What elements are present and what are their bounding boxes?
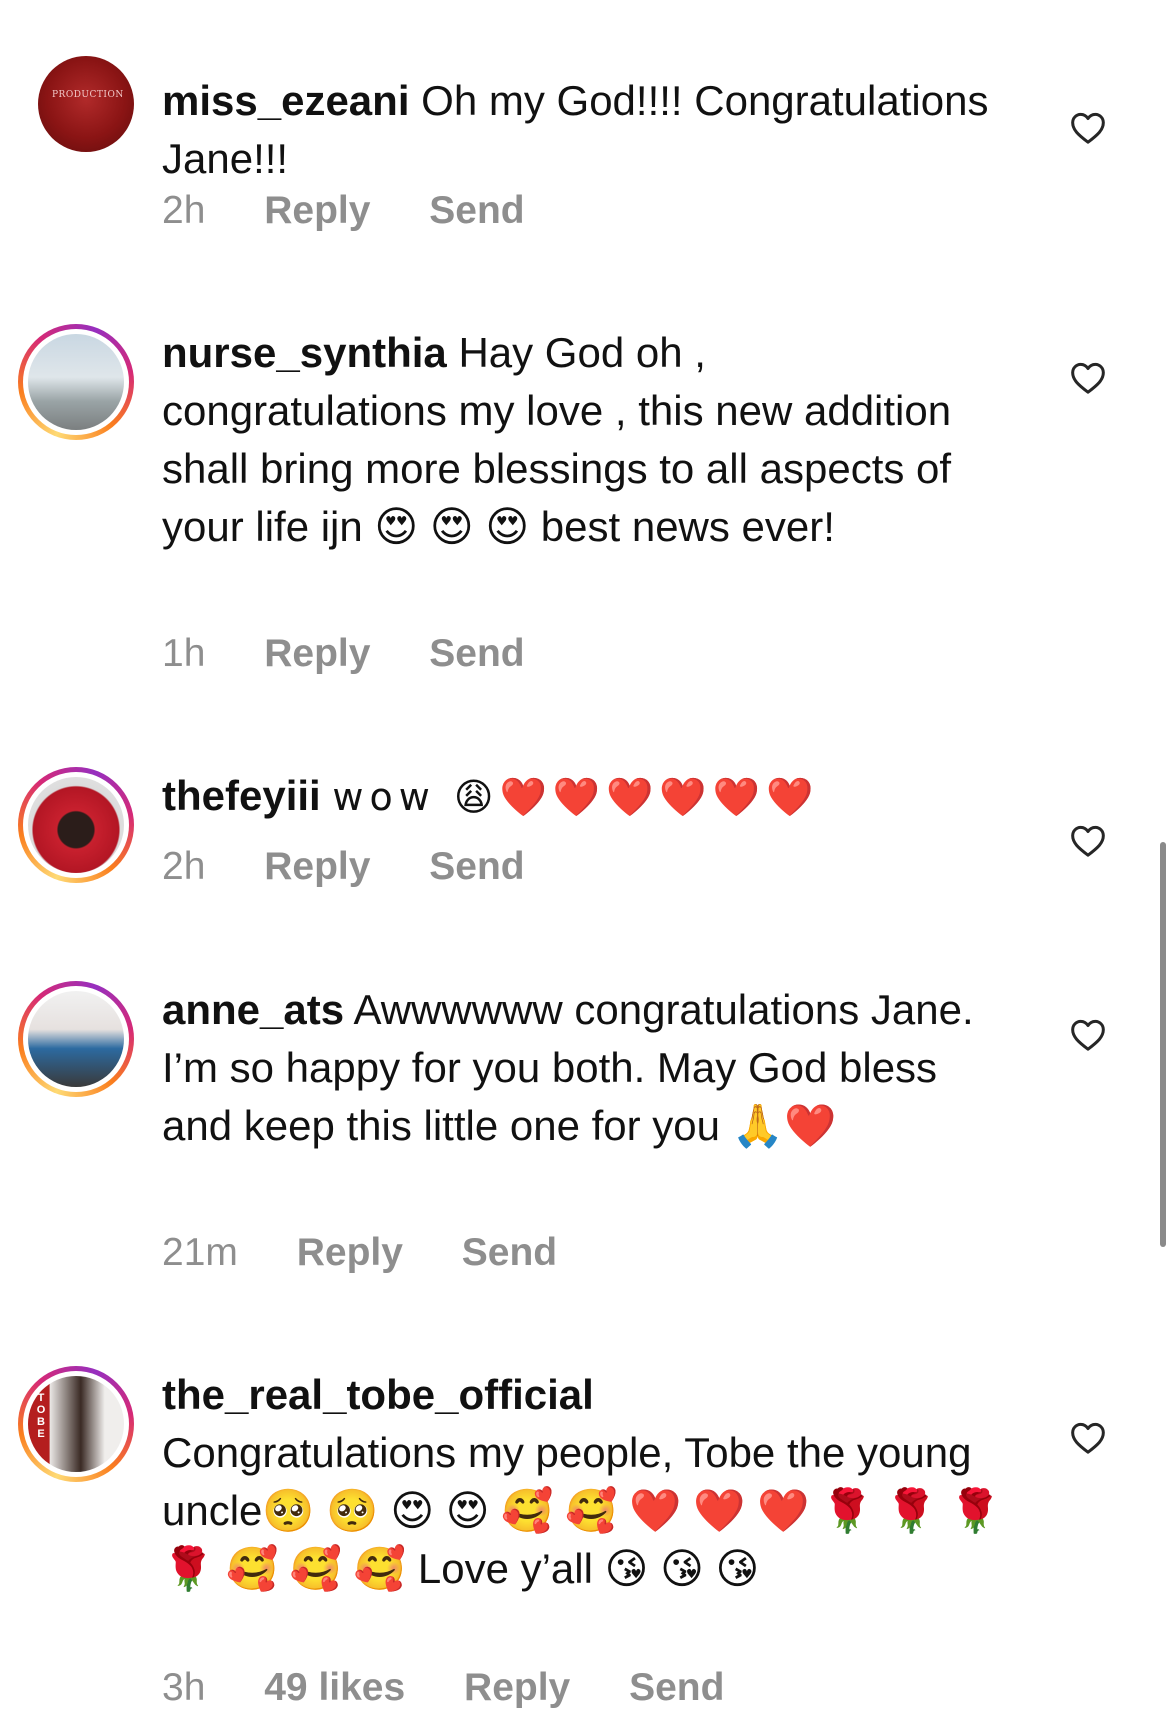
avatar[interactable] — [18, 767, 134, 883]
avatar-photo: TOBE — [28, 1376, 124, 1472]
avatar[interactable]: TOBE — [18, 1366, 134, 1482]
send-button[interactable]: Send — [629, 1666, 724, 1710]
comment-body: the_real_tobe_official Congratulations m… — [162, 1366, 1022, 1598]
comment-body: thefeyiii wow 😩❤️❤️❤️❤️❤️❤️ — [162, 767, 1002, 826]
comment-time: 2h — [162, 845, 206, 888]
comment-username[interactable]: the_real_tobe_official — [162, 1371, 594, 1418]
comment-meta: 3h 49 likes Reply Send — [162, 1666, 772, 1710]
comment-meta: 21m Reply Send — [162, 1231, 605, 1275]
heart-outline-icon[interactable] — [1068, 358, 1108, 398]
avatar-photo — [28, 334, 124, 430]
comment-time: 1h — [162, 632, 206, 675]
avatar-logo-text: PRODUCTION — [52, 90, 124, 100]
avatar[interactable] — [18, 981, 134, 1097]
comment-text: wow 😩❤️❤️❤️❤️❤️❤️ — [332, 775, 820, 819]
avatar[interactable]: PRODUCTION — [38, 56, 134, 152]
reply-button[interactable]: Reply — [264, 189, 370, 233]
comment-username[interactable]: thefeyiii — [162, 772, 321, 819]
comment-meta: 1h Reply Send — [162, 632, 573, 676]
comment-time: 21m — [162, 1231, 238, 1274]
avatar[interactable] — [18, 324, 134, 440]
comment-body: nurse_synthia Hay God oh , congratulatio… — [162, 324, 1002, 556]
avatar-inner — [23, 772, 129, 878]
heart-outline-icon[interactable] — [1068, 108, 1108, 148]
comment-text: Congratulations my people, Tobe the youn… — [162, 1429, 1002, 1592]
comment-body: miss_ezeani Oh my God!!!! Congratulation… — [162, 72, 1002, 188]
reply-button[interactable]: Reply — [297, 1231, 403, 1275]
reply-button[interactable]: Reply — [264, 845, 370, 889]
avatar-inner — [23, 329, 129, 435]
send-button[interactable]: Send — [462, 1231, 557, 1275]
comment-time: 3h — [162, 1666, 206, 1709]
reply-button[interactable]: Reply — [464, 1666, 570, 1710]
comment-body: anne_ats Awwwwww congratulations Jane. I… — [162, 981, 1002, 1155]
comment-meta: 2h Reply Send — [162, 189, 573, 233]
avatar-photo — [28, 777, 124, 873]
send-button[interactable]: Send — [429, 845, 524, 889]
heart-outline-icon[interactable] — [1068, 1418, 1108, 1458]
comment-meta: 2h Reply Send — [162, 845, 573, 889]
heart-outline-icon[interactable] — [1068, 821, 1108, 861]
heart-outline-icon[interactable] — [1068, 1015, 1108, 1055]
likes-count[interactable]: 49 likes — [264, 1666, 405, 1710]
comment-username[interactable]: nurse_synthia — [162, 329, 447, 376]
scrollbar[interactable] — [1160, 842, 1166, 1247]
send-button[interactable]: Send — [429, 189, 524, 233]
avatar-photo — [28, 991, 124, 1087]
avatar-inner: TOBE — [23, 1371, 129, 1477]
comment-username[interactable]: anne_ats — [162, 986, 344, 1033]
avatar-inner — [23, 986, 129, 1092]
avatar-badge-text: TOBE — [36, 1392, 46, 1440]
send-button[interactable]: Send — [429, 632, 524, 676]
comment-username[interactable]: miss_ezeani — [162, 77, 410, 124]
reply-button[interactable]: Reply — [264, 632, 370, 676]
comment-time: 2h — [162, 189, 206, 232]
